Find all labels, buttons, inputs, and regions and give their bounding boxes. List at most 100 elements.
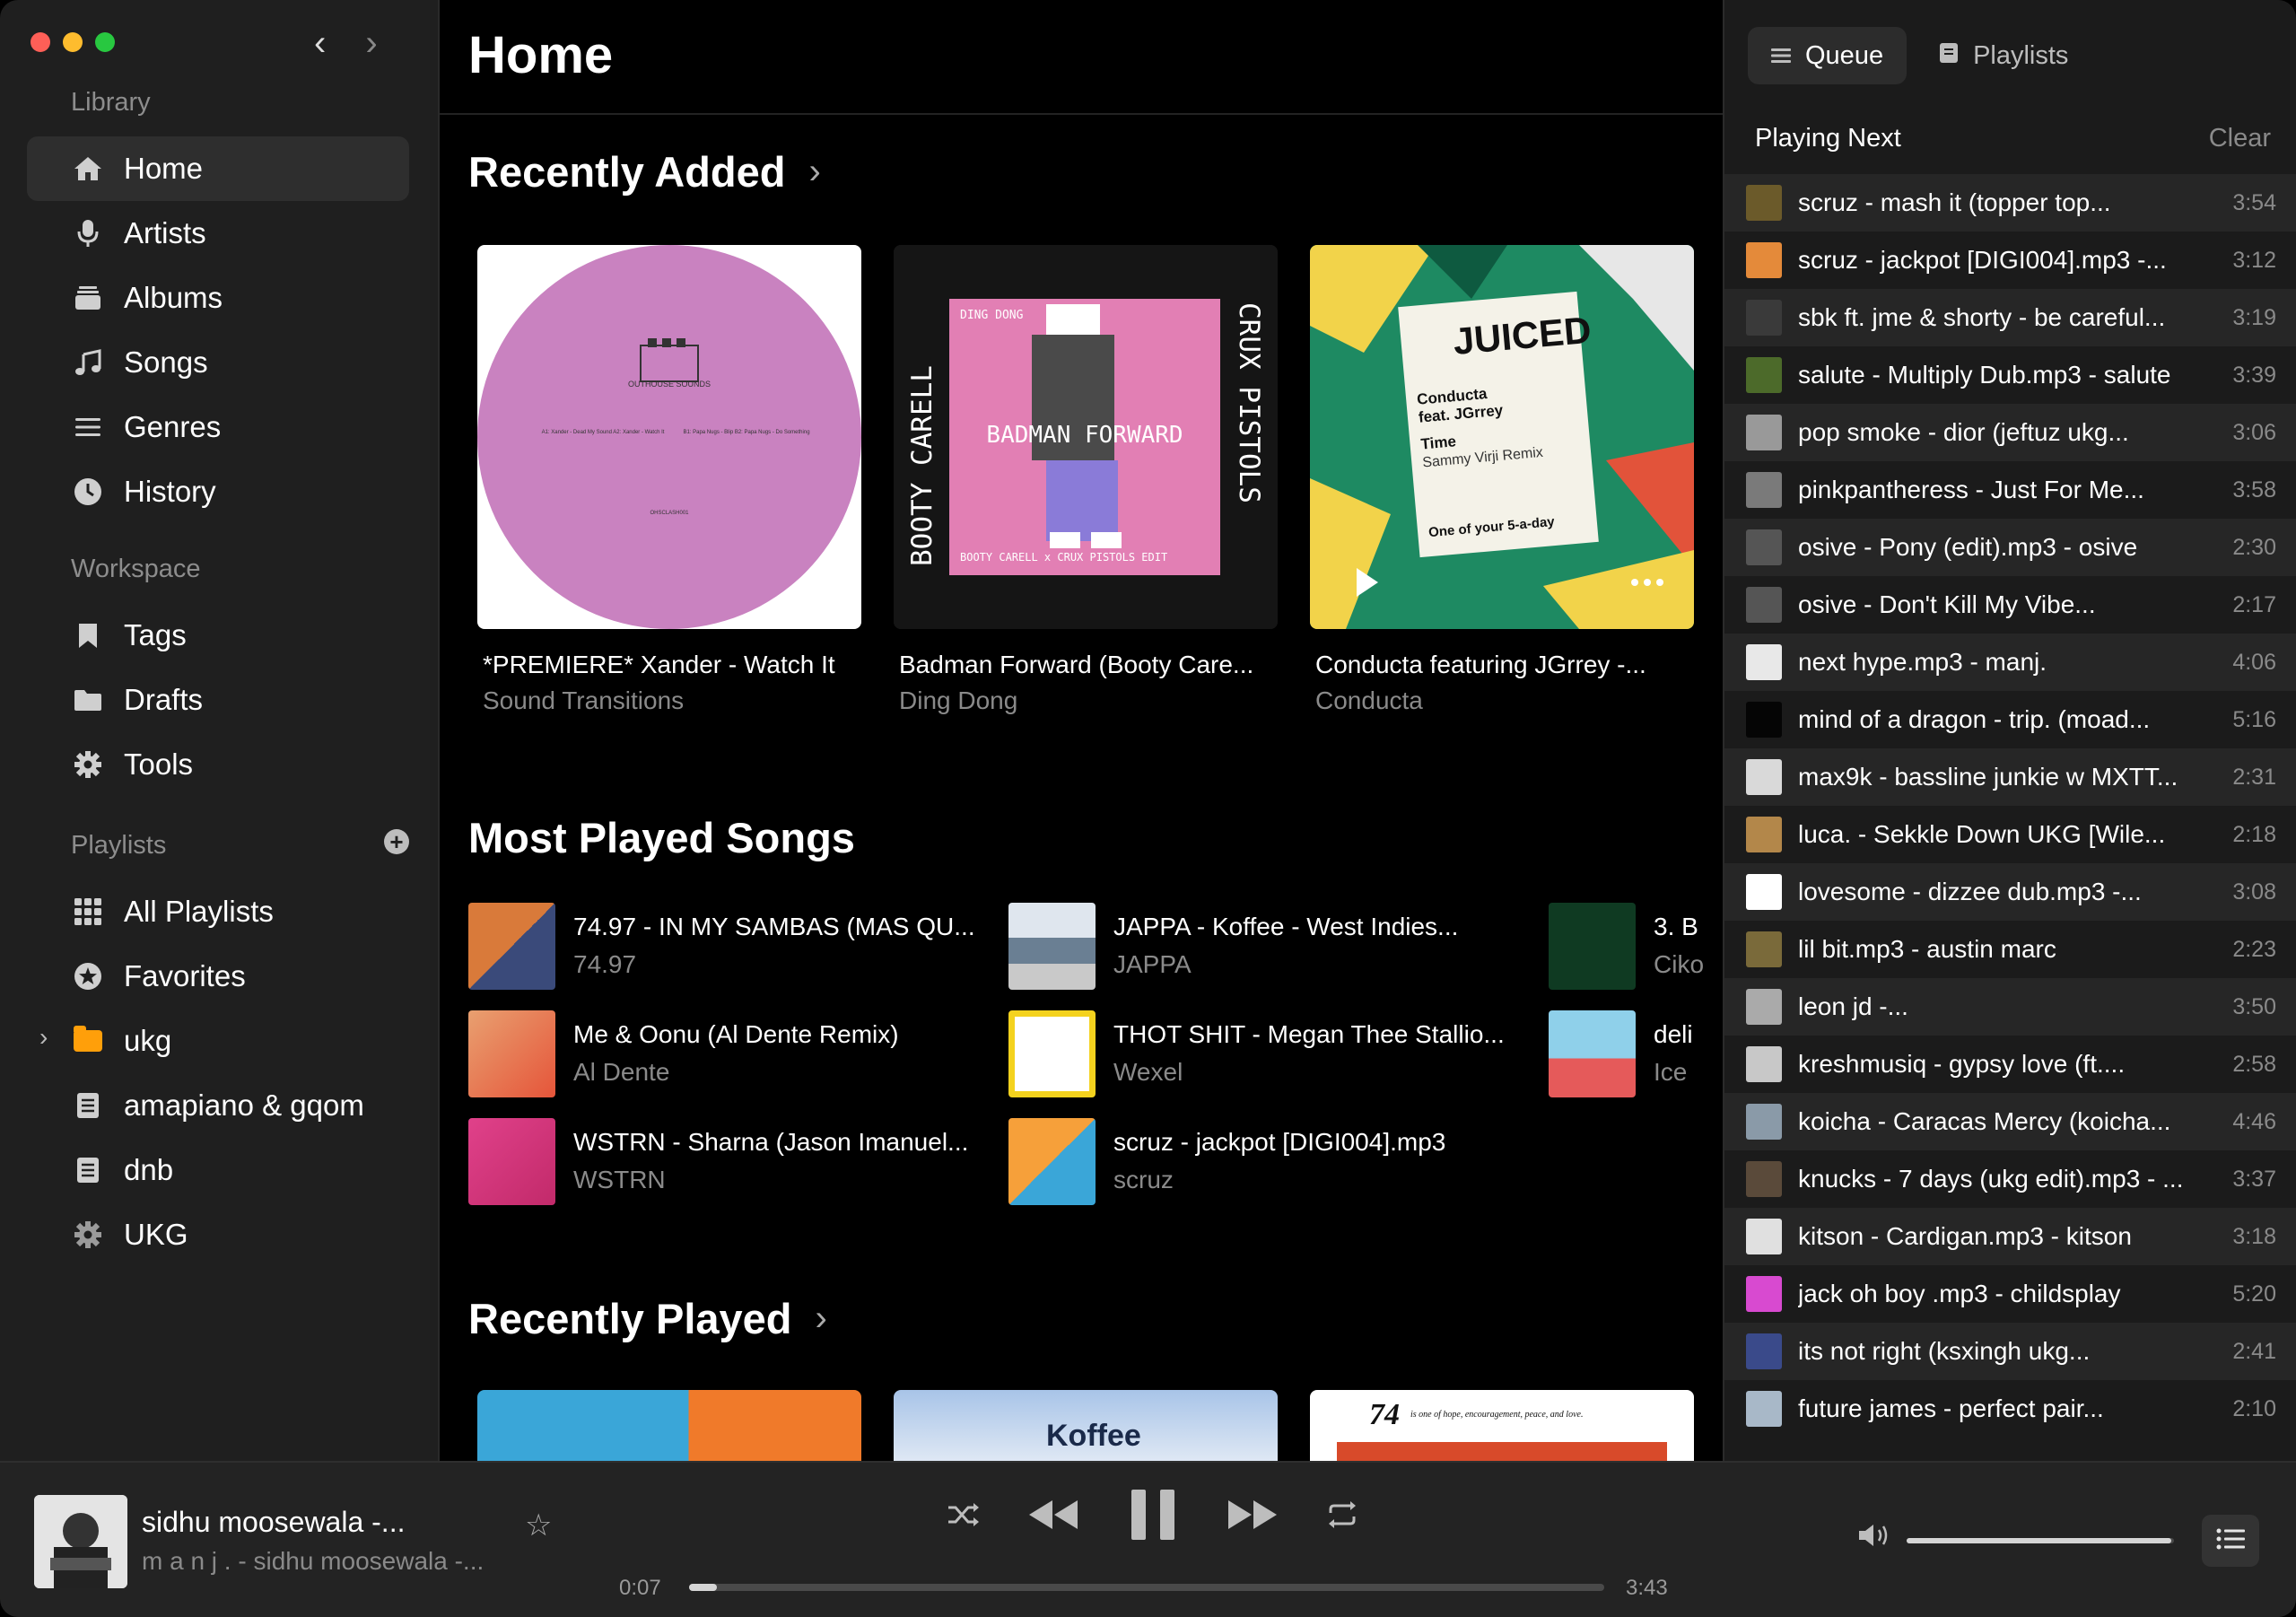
song-row[interactable]: Me & Oonu (Al Dente Remix) Al Dente (468, 1009, 1013, 1098)
queue-row[interactable]: kreshmusiq - gypsy love (ft.... 2:58 (1724, 1036, 2296, 1093)
back-arrow-icon[interactable]: ‹ (314, 23, 326, 63)
queue-row[interactable]: salute - Multiply Dub.mp3 - salute 3:39 (1724, 346, 2296, 404)
queue-row[interactable]: future james - perfect pair... 2:10 (1724, 1380, 2296, 1438)
queue-row[interactable]: max9k - bassline junkie w MXTT... 2:31 (1724, 748, 2296, 806)
queue-row[interactable]: jack oh boy .mp3 - childsplay 5:20 (1724, 1265, 2296, 1323)
album-artwork: DING DONG BADMAN FORWARD BOOTY CARELL x … (894, 245, 1278, 629)
album-card[interactable]: JUICED Conducta feat. JGrrey Time Sammy … (1310, 245, 1694, 715)
now-playing-artwork[interactable] (34, 1495, 127, 1588)
pause-icon[interactable] (1128, 1488, 1178, 1546)
queue-item-duration: 2:30 (2232, 534, 2276, 560)
album-card[interactable]: OUTHOUSE SOUNDS A1: Xander - Dead My Sou… (477, 245, 861, 715)
recently-played-card[interactable] (477, 1390, 861, 1461)
sidebar-item-history[interactable]: History (27, 459, 409, 524)
queue-item-artwork (1746, 300, 1782, 336)
queue-item-artwork (1746, 242, 1782, 278)
queue-row[interactable]: lovesome - dizzee dub.mp3 -... 3:08 (1724, 863, 2296, 921)
song-row[interactable]: 74.97 - IN MY SAMBAS (MAS QU... 74.97 (468, 901, 1013, 991)
sidebar-item-home[interactable]: Home (27, 136, 409, 201)
clear-queue-button[interactable]: Clear (2209, 124, 2271, 153)
queue-row[interactable]: kitson - Cardigan.mp3 - kitson 3:18 (1724, 1208, 2296, 1265)
queue-row[interactable]: scruz - jackpot [DIGI004].mp3 -... 3:12 (1724, 232, 2296, 289)
queue-item-duration: 3:50 (2232, 993, 2276, 1019)
shuffle-icon[interactable] (947, 1501, 981, 1533)
sidebar-item-amapiano-gqom[interactable]: amapiano & gqom (27, 1073, 409, 1138)
recently-added-header[interactable]: Recently Added › (468, 147, 821, 197)
queue-row[interactable]: osive - Pony (edit).mp3 - osive 2:30 (1724, 519, 2296, 576)
song-artist: scruz (1113, 1166, 1174, 1193)
song-row[interactable]: THOT SHIT - Megan Thee Stallio... Wexel (1008, 1009, 1553, 1098)
grid-icon (70, 897, 106, 926)
more-options-icon[interactable] (1631, 579, 1663, 586)
sidebar-item-ukg-smart[interactable]: UKG (27, 1202, 409, 1267)
album-card[interactable]: DING DONG BADMAN FORWARD BOOTY CARELL x … (894, 245, 1278, 715)
queue-row[interactable]: pop smoke - dior (jeftuz ukg... 3:06 (1724, 404, 2296, 461)
tab-queue[interactable]: Queue (1748, 27, 1908, 84)
queue-toggle-button[interactable] (2202, 1515, 2259, 1567)
playlist-icon (70, 1157, 106, 1184)
queue-row[interactable]: koicha - Caracas Mercy (koicha... 4:46 (1724, 1093, 2296, 1150)
queue-row[interactable]: luca. - Sekkle Down UKG [Wile... 2:18 (1724, 806, 2296, 863)
sidebar-item-ukg-folder[interactable]: ukg (27, 1009, 409, 1073)
next-track-icon[interactable] (1225, 1497, 1279, 1537)
sidebar-item-favorites[interactable]: Favorites (27, 944, 409, 1009)
sidebar-item-tools[interactable]: Tools (27, 732, 409, 797)
queue-row[interactable]: next hype.mp3 - manj. 4:06 (1724, 634, 2296, 691)
queue-row[interactable]: scruz - mash it (topper top... 3:54 (1724, 174, 2296, 232)
sidebar-item-songs[interactable]: Songs (27, 330, 409, 395)
now-playing-title[interactable]: sidhu moosewala -... (142, 1506, 405, 1539)
queue-row[interactable]: lil bit.mp3 - austin marc 2:23 (1724, 921, 2296, 978)
favorite-star-icon[interactable]: ☆ (525, 1508, 552, 1543)
music-note-icon (70, 349, 106, 376)
queue-row[interactable]: leon jd -... 3:50 (1724, 978, 2296, 1036)
queue-row[interactable]: knucks - 7 days (ukg edit).mp3 - ... 3:37 (1724, 1150, 2296, 1208)
song-row[interactable]: JAPPA - Koffee - West Indies... JAPPA (1008, 901, 1553, 991)
sidebar-item-genres[interactable]: Genres (27, 395, 409, 459)
repeat-icon[interactable] (1325, 1500, 1359, 1534)
playlist-icon (70, 1092, 106, 1119)
queue-list: scruz - mash it (topper top... 3:54 scruz … (1724, 174, 2296, 1438)
queue-row[interactable]: pinkpantheress - Just For Me... 3:58 (1724, 461, 2296, 519)
art-right-text: CRUX PISTOLS (1233, 302, 1265, 503)
queue-item-title: kreshmusiq - gypsy love (ft.... (1798, 1050, 2126, 1078)
zoom-window-button[interactable] (95, 32, 115, 52)
recently-played-card[interactable]: 74 is one of hope, encouragement, peace,… (1310, 1390, 1694, 1461)
recently-played-card[interactable]: Koffee (894, 1390, 1278, 1461)
main-content: Home Recently Added › OUTHOUSE SOUNDS A1… (440, 0, 1723, 1461)
minimize-window-button[interactable] (63, 32, 83, 52)
previous-track-icon[interactable] (1027, 1497, 1081, 1537)
add-playlist-button[interactable]: + (384, 829, 409, 854)
list-icon (70, 416, 106, 438)
speaker-icon[interactable] (1857, 1522, 1893, 1553)
forward-arrow-icon[interactable]: › (365, 23, 377, 63)
queue-row[interactable]: sbk ft. jme & shorty - be careful... 3:19 (1724, 289, 2296, 346)
tab-playlists[interactable]: Playlists (1916, 27, 2091, 84)
queue-row[interactable]: osive - Don't Kill My Vibe... 2:17 (1724, 576, 2296, 634)
sidebar-item-tags[interactable]: Tags (27, 603, 409, 668)
sidebar-item-dnb[interactable]: dnb (27, 1138, 409, 1202)
recently-played-header[interactable]: Recently Played › (468, 1294, 827, 1343)
progress-bar[interactable] (689, 1584, 1604, 1591)
queue-row[interactable]: its not right (ksxingh ukg... 2:41 (1724, 1323, 2296, 1380)
sidebar-item-artists[interactable]: Artists (27, 201, 409, 266)
queue-row[interactable]: mind of a dragon - trip. (moad... 5:16 (1724, 691, 2296, 748)
sidebar-item-all-playlists[interactable]: All Playlists (27, 879, 409, 944)
song-row[interactable]: deli Ice (1549, 1009, 1707, 1098)
song-row[interactable]: 3. B Ciko (1549, 901, 1707, 991)
close-window-button[interactable] (31, 32, 50, 52)
song-row[interactable]: WSTRN - Sharna (Jason Imanuel... WSTRN (468, 1116, 1013, 1206)
volume-slider[interactable] (1907, 1538, 2174, 1543)
queue-item-artwork (1746, 989, 1782, 1025)
vinyl-label: OUTHOUSE SOUNDS (628, 380, 711, 389)
song-row[interactable]: scruz - jackpot [DIGI004].mp3 scruz (1008, 1116, 1553, 1206)
sidebar-item-albums[interactable]: Albums (27, 266, 409, 330)
now-playing-subtitle[interactable]: m a n j . - sidhu moosewala -... (142, 1547, 484, 1576)
sidebar-item-drafts[interactable]: Drafts (27, 668, 409, 732)
bookmark-icon (70, 622, 106, 649)
queue-item-title: sbk ft. jme & shorty - be careful... (1798, 303, 2166, 331)
song-artist: Wexel (1113, 1058, 1183, 1086)
sidebar-item-label: Songs (124, 345, 208, 379)
queue-item-duration: 2:18 (2232, 821, 2276, 847)
queue-panel: Queue Playlists Playing Next Clear scruz… (1723, 0, 2296, 1461)
art-quote: is one of hope, encouragement, peace, an… (1410, 1410, 1583, 1420)
